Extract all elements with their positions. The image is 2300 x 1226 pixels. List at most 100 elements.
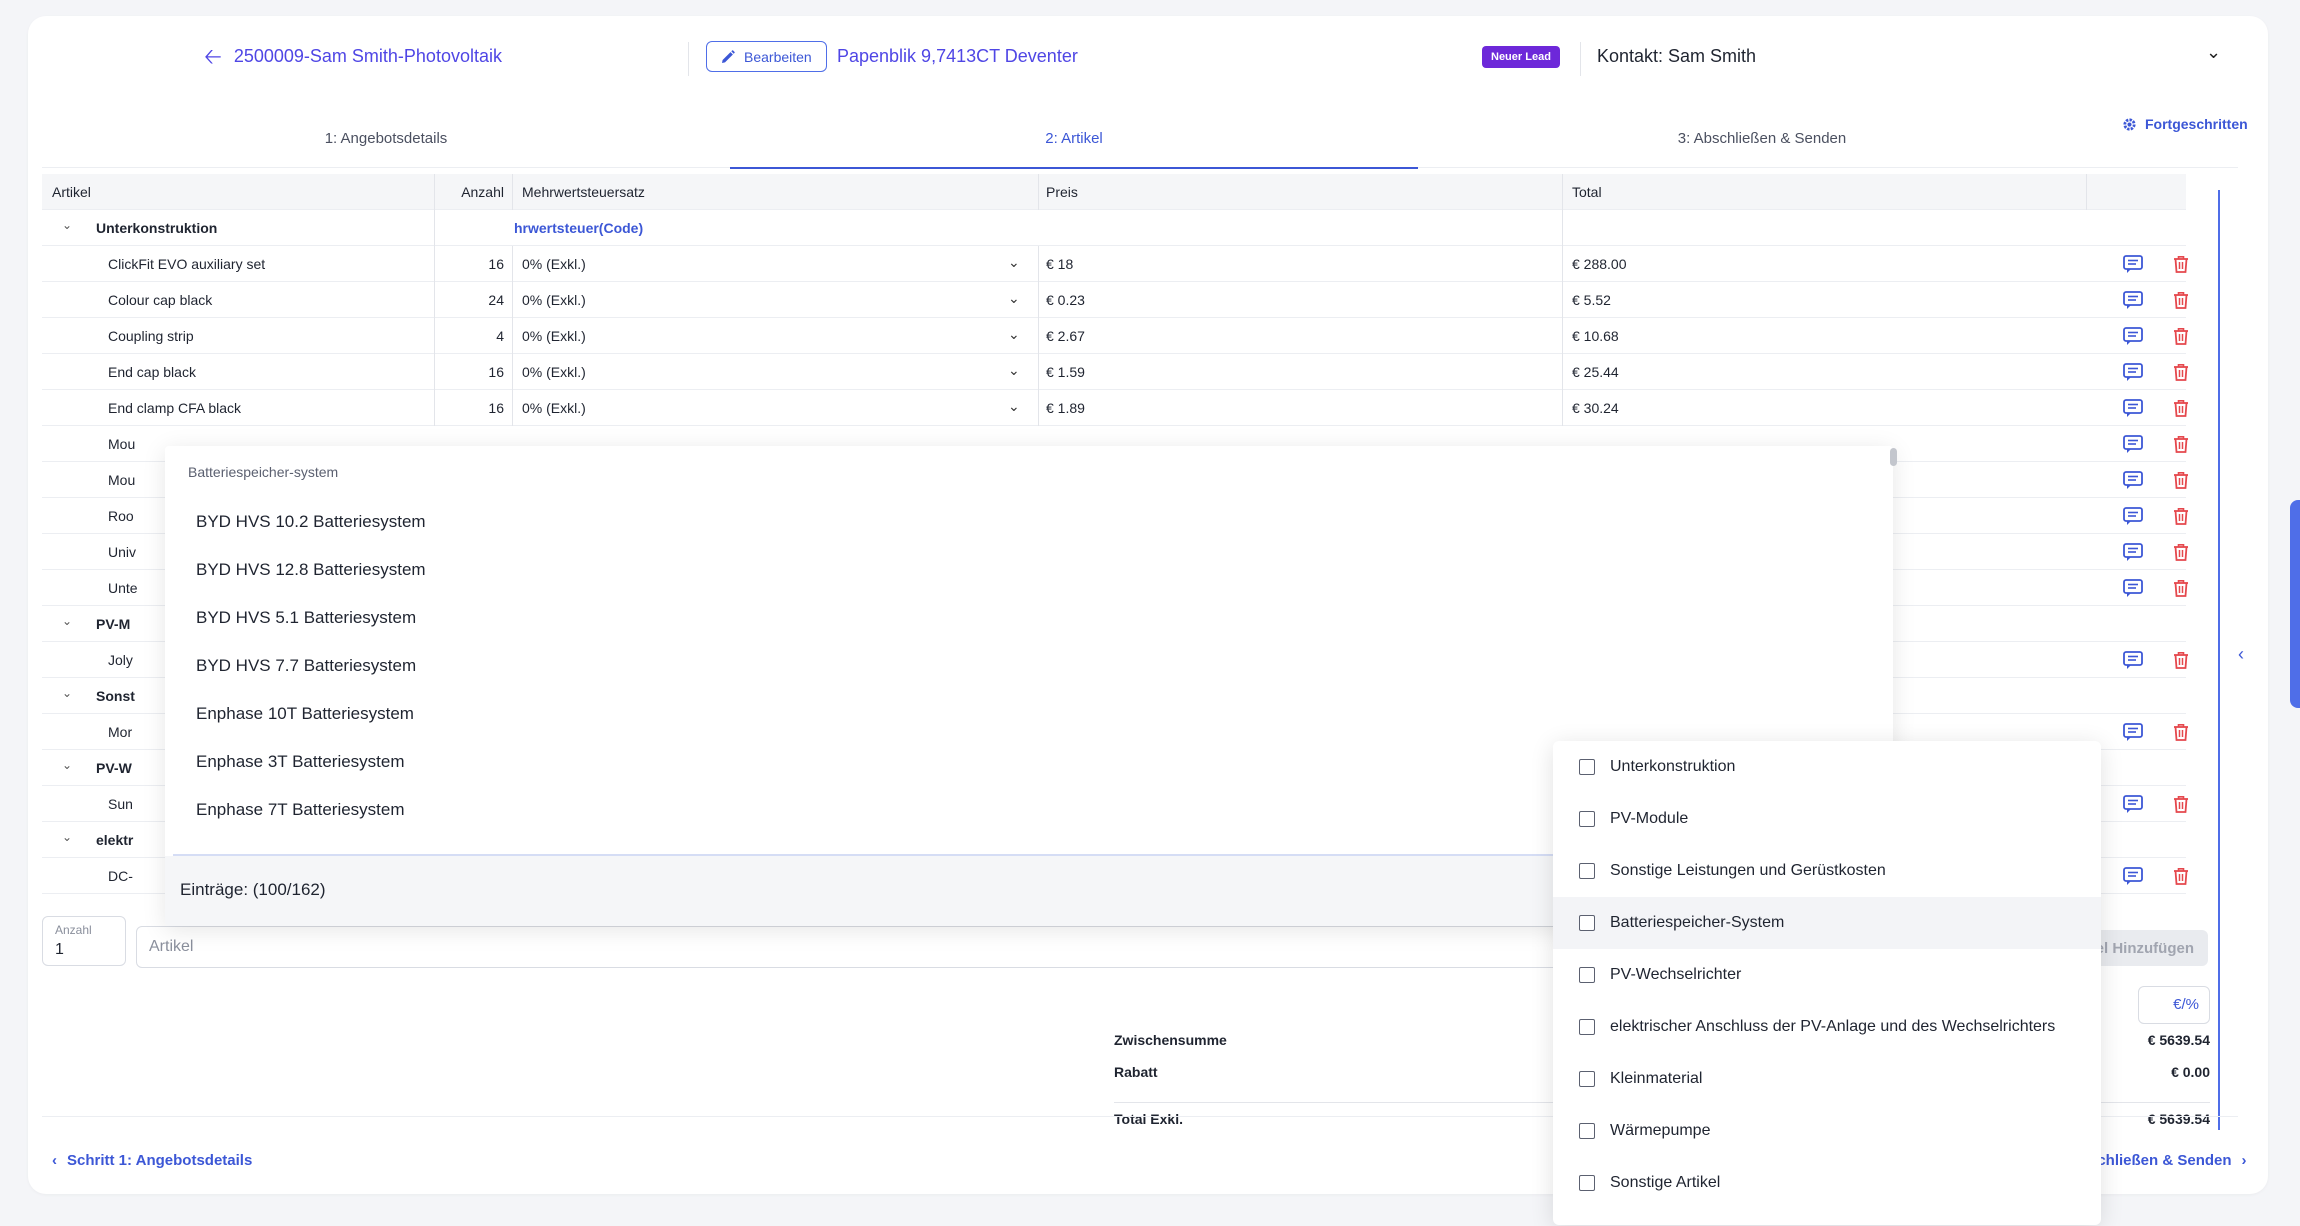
article-search-input[interactable]: Artikel <box>136 926 1636 968</box>
article-qty[interactable]: 16 <box>442 354 504 390</box>
previous-step-link[interactable]: ‹ Schritt 1: Angebotsdetails <box>52 1152 252 1169</box>
side-panel-handle[interactable] <box>2290 500 2300 708</box>
comment-icon[interactable] <box>2122 433 2144 455</box>
total-label: Total Exkl. <box>1114 1110 1183 1127</box>
vat-select[interactable]: 0% (Exkl.) <box>522 390 586 426</box>
comment-icon[interactable] <box>2122 577 2144 599</box>
dropdown-option[interactable]: Enphase 7T Batteriesystem <box>196 800 405 820</box>
comment-icon[interactable] <box>2122 865 2144 887</box>
dropdown-option[interactable]: BYD HVS 5.1 Batteriesystem <box>196 608 416 628</box>
checkbox[interactable] <box>1579 1019 1595 1035</box>
address-link[interactable]: Papenblik 9,7413CT Deventer <box>837 46 1078 67</box>
article-price[interactable]: € 18 <box>1046 246 1073 282</box>
checkbox[interactable] <box>1579 759 1595 775</box>
category-option[interactable]: PV-Module <box>1553 793 2101 845</box>
trash-icon[interactable] <box>2170 361 2192 383</box>
comment-icon[interactable] <box>2122 289 2144 311</box>
checkbox[interactable] <box>1579 1175 1595 1191</box>
comment-icon[interactable] <box>2122 649 2144 671</box>
category-option[interactable]: elektrischer Anschluss der PV-Anlage und… <box>1553 1001 2101 1053</box>
chevron-down-icon[interactable]: ⌄ <box>62 830 72 844</box>
comment-icon[interactable] <box>2122 325 2144 347</box>
trash-icon[interactable] <box>2170 793 2192 815</box>
discount-input[interactable]: €/% <box>2138 986 2210 1024</box>
dropdown-option[interactable]: Enphase 3T Batteriesystem <box>196 752 405 772</box>
chevron-down-icon[interactable]: ⌄ <box>62 614 72 628</box>
checkbox[interactable] <box>1579 967 1595 983</box>
trash-icon[interactable] <box>2170 433 2192 455</box>
article-qty[interactable]: 4 <box>442 318 504 354</box>
trash-icon[interactable] <box>2170 577 2192 599</box>
vat-select[interactable]: 0% (Exkl.) <box>522 282 586 318</box>
vat-select[interactable]: 0% (Exkl.) <box>522 246 586 282</box>
checkbox[interactable] <box>1579 1123 1595 1139</box>
advanced-settings-link[interactable]: Fortgeschritten <box>2122 116 2248 132</box>
comment-icon[interactable] <box>2122 541 2144 563</box>
trash-icon[interactable] <box>2170 505 2192 527</box>
vat-select[interactable]: 0% (Exkl.) <box>522 354 586 390</box>
chevron-down-icon[interactable]: ⌄ <box>1008 254 1020 271</box>
category-option[interactable]: Sonstige Artikel <box>1553 1157 2101 1209</box>
group-row[interactable]: ⌄ Unterkonstruktion hrwertsteuer(Code) <box>42 210 2186 246</box>
chevron-down-icon[interactable]: ⌄ <box>1008 362 1020 379</box>
euro-percent-toggle-icon[interactable]: €/% <box>2173 996 2199 1013</box>
vat-code-link[interactable]: hrwertsteuer(Code) <box>514 210 643 246</box>
vat-select[interactable]: 0% (Exkl.) <box>522 318 586 354</box>
table-row: Colour cap black 24 0% (Exkl.) ⌄ € 0.23 … <box>42 282 2188 318</box>
chevron-down-icon[interactable]: ⌄ <box>1008 290 1020 307</box>
article-qty[interactable]: 16 <box>442 246 504 282</box>
category-option[interactable]: Batteriespeicher-System <box>1553 897 2101 949</box>
dropdown-option[interactable]: BYD HVS 10.2 Batteriesystem <box>196 512 426 532</box>
trash-icon[interactable] <box>2170 397 2192 419</box>
chevron-left-icon: ‹ <box>52 1152 57 1169</box>
checkbox[interactable] <box>1579 915 1595 931</box>
quantity-field[interactable]: Anzahl 1 <box>42 916 126 966</box>
trash-icon[interactable] <box>2170 649 2192 671</box>
checkbox[interactable] <box>1579 811 1595 827</box>
dropdown-option[interactable]: Enphase 10T Batteriesystem <box>196 704 414 724</box>
comment-icon[interactable] <box>2122 469 2144 491</box>
category-option[interactable]: PV-Wechselrichter <box>1553 949 2101 1001</box>
chevron-down-icon[interactable]: ⌄ <box>2206 42 2221 63</box>
checkbox[interactable] <box>1579 1071 1595 1087</box>
article-price[interactable]: € 1.89 <box>1046 390 1085 426</box>
back-link[interactable]: 🡠 2500009-Sam Smith-Photovoltaik <box>204 45 502 67</box>
comment-icon[interactable] <box>2122 397 2144 419</box>
category-option[interactable]: Sonstige Leistungen und Gerüstkosten <box>1553 845 2101 897</box>
tab-abschliessen[interactable]: 3: Abschließen & Senden <box>1418 108 2106 168</box>
category-option[interactable]: Kleinmaterial <box>1553 1053 2101 1105</box>
trash-icon[interactable] <box>2170 865 2192 887</box>
chevron-down-icon[interactable]: ⌄ <box>62 686 72 700</box>
chevron-down-icon[interactable]: ⌄ <box>1008 398 1020 415</box>
trash-icon[interactable] <box>2170 469 2192 491</box>
edit-button[interactable]: Bearbeiten <box>706 41 827 72</box>
article-price[interactable]: € 1.59 <box>1046 354 1085 390</box>
trash-icon[interactable] <box>2170 541 2192 563</box>
article-price[interactable]: € 0.23 <box>1046 282 1085 318</box>
table-row: Coupling strip 4 0% (Exkl.) ⌄ € 2.67 € 1… <box>42 318 2188 354</box>
comment-icon[interactable] <box>2122 721 2144 743</box>
checkbox[interactable] <box>1579 863 1595 879</box>
article-qty[interactable]: 24 <box>442 282 504 318</box>
tab-artikel[interactable]: 2: Artikel <box>730 108 1418 169</box>
comment-icon[interactable] <box>2122 505 2144 527</box>
trash-icon[interactable] <box>2170 325 2192 347</box>
dropdown-option[interactable]: BYD HVS 7.7 Batteriesystem <box>196 656 416 676</box>
chevron-down-icon[interactable]: ⌄ <box>1008 326 1020 343</box>
dropdown-option[interactable]: BYD HVS 12.8 Batteriesystem <box>196 560 426 580</box>
chevron-down-icon[interactable]: ⌄ <box>62 758 72 772</box>
trash-icon[interactable] <box>2170 289 2192 311</box>
category-option[interactable]: Unterkonstruktion <box>1553 741 2101 793</box>
comment-icon[interactable] <box>2122 793 2144 815</box>
comment-icon[interactable] <box>2122 361 2144 383</box>
trash-icon[interactable] <box>2170 721 2192 743</box>
tab-angebotsdetails[interactable]: 1: Angebotsdetails <box>42 108 730 168</box>
chevron-down-icon[interactable]: ⌄ <box>62 218 72 232</box>
comment-icon[interactable] <box>2122 253 2144 275</box>
article-qty[interactable]: 16 <box>442 390 504 426</box>
chevron-left-icon[interactable]: ‹ <box>2238 644 2244 665</box>
trash-icon[interactable] <box>2170 253 2192 275</box>
category-option[interactable]: Wärmepumpe <box>1553 1105 2101 1157</box>
dropdown-scrollbar[interactable] <box>1890 448 1897 466</box>
article-price[interactable]: € 2.67 <box>1046 318 1085 354</box>
